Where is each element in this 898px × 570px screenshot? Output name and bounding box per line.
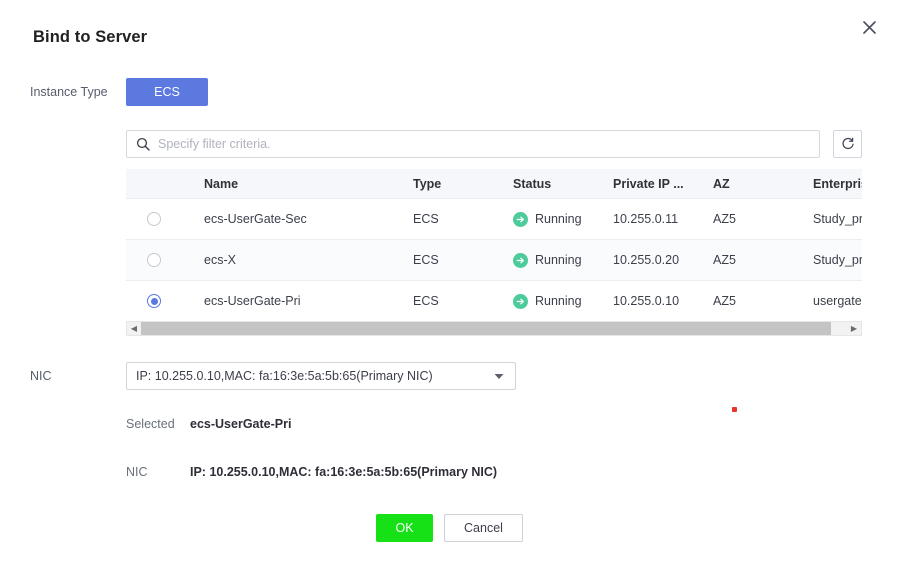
- arrow-right-circle-icon: [513, 211, 528, 227]
- status-text: Running: [535, 212, 582, 226]
- row-radio[interactable]: [147, 212, 161, 226]
- cell-status: Running: [499, 239, 599, 281]
- arrow-right-circle-icon: [513, 252, 528, 268]
- cell-enterprise-project: usergate: [799, 280, 862, 320]
- cell-type: ECS: [399, 198, 499, 240]
- nic-label: NIC: [30, 369, 52, 383]
- cell-name: ecs-X: [186, 239, 399, 281]
- cell-private-ip: 10.255.0.10: [599, 280, 699, 320]
- column-header-enterprise-project: Enterprise Project: [799, 169, 862, 199]
- cell-status: Running: [499, 280, 599, 320]
- cell-az: AZ5: [699, 280, 799, 320]
- table-row[interactable]: ecs-X ECS Running 10.255.0.20 AZ5 Study_…: [126, 239, 862, 281]
- cell-status: Running: [499, 198, 599, 240]
- refresh-icon[interactable]: [833, 130, 862, 158]
- column-header-private-ip: Private IP ...: [599, 169, 699, 199]
- column-header-status: Status: [499, 169, 599, 199]
- red-marker-dot: [732, 407, 737, 412]
- selected-label: Selected: [126, 417, 175, 431]
- page-title: Bind to Server: [33, 28, 148, 46]
- nic-select[interactable]: IP: 10.255.0.10,MAC: fa:16:3e:5a:5b:65(P…: [126, 362, 516, 390]
- ok-button[interactable]: OK: [376, 514, 433, 542]
- table-header-row: Name Type Status Private IP ... AZ Enter…: [126, 169, 862, 199]
- status-text: Running: [535, 253, 582, 267]
- column-header-type: Type: [399, 169, 499, 199]
- row-radio[interactable]: [147, 294, 161, 308]
- summary-nic-label: NIC: [126, 465, 148, 479]
- row-select-cell[interactable]: [126, 280, 186, 320]
- chevron-down-icon: [494, 373, 504, 380]
- row-radio[interactable]: [147, 253, 161, 267]
- cell-az: AZ5: [699, 198, 799, 240]
- column-header-name: Name: [186, 169, 399, 199]
- search-input[interactable]: [158, 137, 819, 151]
- bind-to-server-dialog: Bind to Server Instance Type ECS Specify…: [0, 0, 898, 570]
- instance-type-ecs-button[interactable]: ECS: [126, 78, 208, 106]
- close-icon[interactable]: [856, 14, 882, 40]
- cell-enterprise-project: Study_project: [799, 239, 862, 281]
- status-text: Running: [535, 294, 582, 308]
- cell-private-ip: 10.255.0.11: [599, 198, 699, 240]
- cell-enterprise-project: Study_project: [799, 198, 862, 240]
- row-select-cell[interactable]: [126, 198, 186, 240]
- scroll-right-arrow-icon[interactable]: ▶: [847, 322, 861, 335]
- summary-nic-value: IP: 10.255.0.10,MAC: fa:16:3e:5a:5b:65(P…: [190, 465, 498, 479]
- cell-name: ecs-UserGate-Sec: [186, 198, 399, 240]
- scrollbar-thumb[interactable]: [141, 322, 831, 335]
- search-icon: [136, 137, 150, 151]
- cell-type: ECS: [399, 280, 499, 320]
- cell-name: ecs-UserGate-Pri: [186, 280, 399, 320]
- search-box[interactable]: [126, 130, 820, 158]
- cell-type: ECS: [399, 239, 499, 281]
- table-horizontal-scrollbar[interactable]: ◀ ▶: [126, 321, 862, 336]
- cell-private-ip: 10.255.0.20: [599, 239, 699, 281]
- cancel-button[interactable]: Cancel: [444, 514, 523, 542]
- selected-value: ecs-UserGate-Pri: [190, 417, 292, 431]
- row-select-cell[interactable]: [126, 239, 186, 281]
- instance-type-label: Instance Type: [30, 85, 108, 99]
- table-row[interactable]: ecs-UserGate-Sec ECS Running 10.255.0.11…: [126, 198, 862, 240]
- column-header-az: AZ: [699, 169, 799, 199]
- nic-select-value: IP: 10.255.0.10,MAC: fa:16:3e:5a:5b:65(P…: [136, 369, 433, 383]
- column-header-select: [126, 169, 186, 199]
- cell-az: AZ5: [699, 239, 799, 281]
- server-table: Name Type Status Private IP ... AZ Enter…: [126, 169, 862, 320]
- scroll-left-arrow-icon[interactable]: ◀: [127, 322, 141, 335]
- table-row[interactable]: ecs-UserGate-Pri ECS Running 10.255.0.10…: [126, 280, 862, 320]
- arrow-right-circle-icon: [513, 293, 528, 309]
